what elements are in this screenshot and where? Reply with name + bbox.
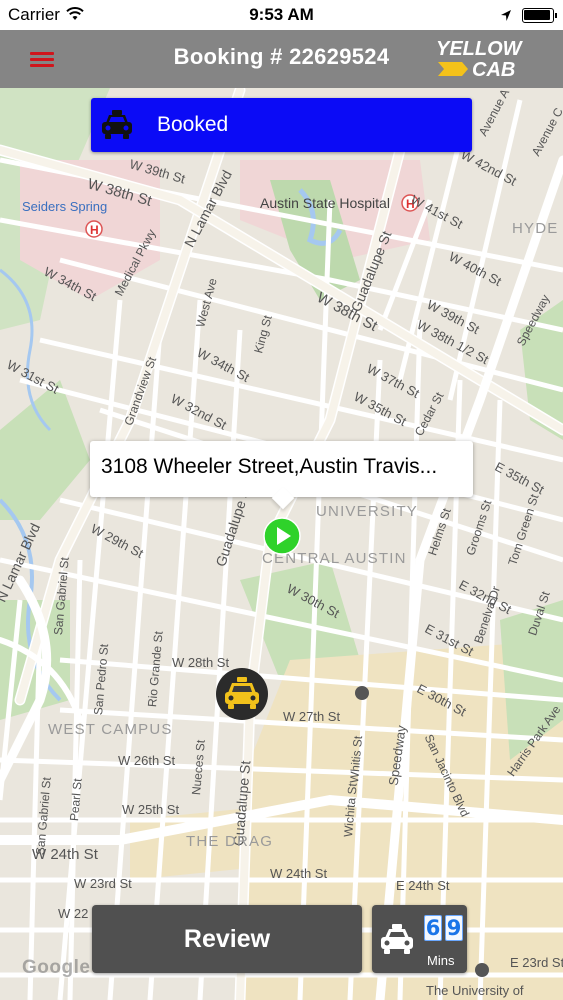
- battery-icon: [522, 8, 557, 23]
- map-label: HYDE: [512, 220, 559, 237]
- nav-bar: Booking # 22629524 YELLOW CAB: [0, 30, 563, 88]
- map-label: W 22: [58, 906, 89, 921]
- map-label: W 24th St: [270, 866, 328, 881]
- eta-digit: 6: [424, 915, 442, 941]
- map-label: Seiders Spring: [22, 199, 108, 214]
- logo-text-bottom: CAB: [472, 59, 515, 81]
- yellow-cab-logo: YELLOW CAB: [432, 36, 542, 82]
- map-label: W 27th St: [283, 709, 341, 724]
- review-button[interactable]: Review: [92, 905, 362, 973]
- eta-panel: 6 9 Mins: [372, 905, 467, 973]
- map-label: W 25th St: [122, 802, 180, 817]
- map-label: UNIVERSITY: [316, 503, 419, 520]
- address-callout[interactable]: 3108 Wheeler Street,Austin Travis...: [90, 441, 473, 497]
- map-label: THE DRAG: [186, 833, 274, 850]
- map-label: WEST CAMPUS: [48, 721, 173, 738]
- pickup-address: 3108 Wheeler Street,Austin Travis...: [101, 455, 438, 478]
- map-label: W 26th St: [118, 753, 176, 768]
- booking-status-banner: Booked: [91, 98, 472, 152]
- pickup-location-marker[interactable]: [263, 517, 301, 555]
- map-label: W 24th St: [32, 846, 98, 863]
- taxi-icon: [377, 922, 417, 963]
- play-icon: [263, 517, 301, 555]
- booking-status-label: Booked: [157, 113, 229, 136]
- eta-digits: 6 9: [424, 915, 463, 941]
- clock: 9:53 AM: [249, 5, 314, 24]
- taxi-icon: [216, 668, 268, 720]
- taxi-icon: [99, 107, 135, 148]
- logo-text-top: YELLOW: [436, 38, 524, 60]
- status-bar: Carrier 9:53 AM: [0, 0, 563, 30]
- location-arrow-icon: [500, 7, 512, 27]
- map-label: E 23rd St: [510, 955, 563, 970]
- google-attribution: Google: [22, 957, 91, 978]
- map-label: E 24th St: [396, 878, 450, 893]
- map-label: Austin State Hospital: [260, 195, 390, 211]
- map-label: The University of: [426, 983, 524, 998]
- eta-digit: 9: [445, 915, 463, 941]
- eta-unit-label: Mins: [427, 953, 455, 968]
- taxi-location-marker[interactable]: [215, 667, 269, 721]
- map-label: W 23rd St: [74, 876, 132, 891]
- svg-text:H: H: [90, 223, 99, 237]
